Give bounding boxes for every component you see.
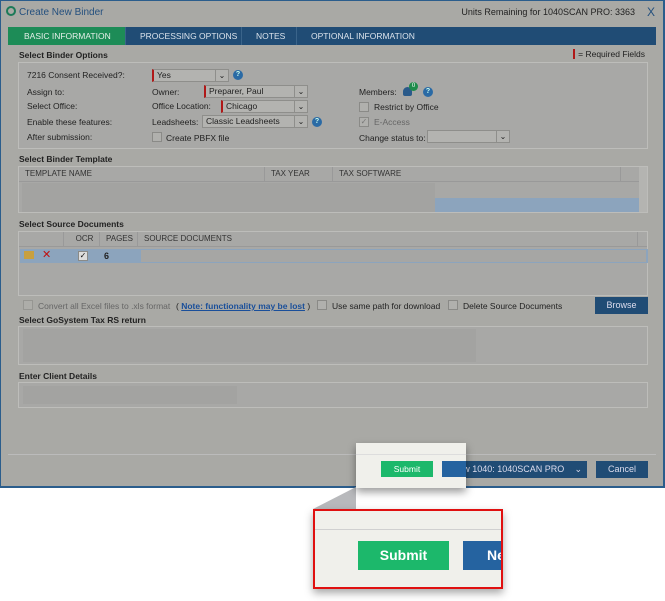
status-select[interactable]: ⌄ [427, 130, 510, 143]
check-badge-icon [6, 6, 16, 16]
help-icon[interactable]: ? [312, 117, 322, 127]
after-submission-label: After submission: [27, 132, 93, 142]
col-actions [19, 232, 64, 246]
tab-notes[interactable]: NOTES [242, 27, 297, 45]
section-source-documents: Select Source Documents [19, 219, 124, 229]
restrict-label: Restrict by Office [374, 102, 439, 112]
section-binder-options: Select Binder Options [19, 50, 108, 60]
callout-submit-button: Submit [358, 541, 449, 570]
source-table: OCR PAGES SOURCE DOCUMENTS ✕ ✓ 6 [18, 231, 648, 296]
same-path-checkbox[interactable] [317, 300, 327, 310]
convert-excel-label: Convert all Excel files to .xls format [38, 301, 171, 311]
col-template-name: TEMPLATE NAME [19, 167, 265, 181]
create-binder-dialog: Create New Binder Units Remaining for 10… [0, 0, 665, 488]
location-select[interactable]: Chicago ⌄ [221, 100, 308, 113]
new-return-value: New 1040: 1040SCAN PRO [451, 464, 565, 474]
dialog-title: Create New Binder [19, 7, 104, 18]
status-label: Change status to: [359, 133, 426, 143]
chevron-down-icon: ⌄ [294, 116, 307, 127]
tab-optional-information[interactable]: OPTIONAL INFORMATION [297, 27, 429, 45]
delete-icon[interactable]: ✕ [42, 248, 51, 261]
required-legend: = Required Fields [573, 49, 645, 59]
owner-label: Owner: [152, 87, 180, 97]
owner-select[interactable]: Preparer, Paul ⌄ [204, 85, 308, 98]
units-remaining: Units Remaining for 1040SCAN PRO: 3363 [461, 7, 635, 17]
new-return-preview [442, 461, 466, 477]
paren-open: ( [176, 301, 179, 311]
chevron-down-icon: ⌄ [294, 101, 307, 112]
source-row[interactable]: ✕ ✓ 6 [20, 249, 648, 263]
submit-button[interactable]: Submit [381, 461, 433, 477]
location-label: Office Location: [152, 101, 211, 111]
footer-divider [8, 454, 656, 455]
help-icon[interactable]: ? [233, 70, 243, 80]
features-label: Enable these features: [27, 117, 113, 127]
pages-value: 6 [104, 251, 110, 261]
scrollbar[interactable] [639, 167, 647, 212]
callout-new-return-button: Ne [463, 541, 501, 570]
leadsheets-label: Leadsheets: [152, 117, 199, 127]
chevron-down-icon: ⌄ [574, 464, 582, 474]
template-row-selected[interactable] [435, 198, 639, 212]
section-gosystem: Select GoSystem Tax RS return [19, 315, 146, 325]
same-path-label: Use same path for download [332, 301, 441, 311]
spotlight: Submit [356, 443, 466, 488]
consent-select[interactable]: Yes ⌄ [152, 69, 229, 82]
tab-bar: BASIC INFORMATION PROCESSING OPTIONS NOT… [8, 27, 656, 45]
col-pages: PAGES [100, 232, 138, 246]
client-panel [18, 382, 648, 408]
consent-label: 7216 Consent Received?: [27, 70, 125, 80]
template-row[interactable] [22, 183, 435, 212]
section-client-details: Enter Client Details [19, 371, 97, 381]
pbfx-label: Create PBFX file [166, 133, 230, 143]
source-header: OCR PAGES SOURCE DOCUMENTS [19, 232, 647, 247]
template-table: TEMPLATE NAME TAX YEAR TAX SOFTWARE [18, 166, 648, 213]
assign-label: Assign to: [27, 87, 65, 97]
tab-basic-information[interactable]: BASIC INFORMATION [8, 27, 126, 45]
template-header: TEMPLATE NAME TAX YEAR TAX SOFTWARE [19, 167, 647, 182]
office-label: Select Office: [27, 101, 78, 111]
members-count-badge: 0 [409, 82, 418, 91]
pbfx-checkbox[interactable] [152, 132, 162, 142]
delete-source-checkbox[interactable] [448, 300, 458, 310]
chevron-down-icon: ⌄ [215, 70, 228, 81]
section-binder-template: Select Binder Template [19, 154, 113, 164]
tab-processing-options[interactable]: PROCESSING OPTIONS [126, 27, 242, 45]
chevron-down-icon: ⌄ [496, 131, 509, 142]
col-tax-software: TAX SOFTWARE [333, 167, 621, 181]
spotlight-divider [356, 454, 466, 455]
eaccess-label: E-Access [374, 117, 410, 127]
delete-source-label: Delete Source Documents [463, 301, 563, 311]
source-doc-field [141, 250, 646, 262]
restrict-office-checkbox[interactable] [359, 102, 369, 112]
col-ocr: OCR [64, 232, 100, 246]
close-icon[interactable]: X [647, 5, 655, 19]
consent-value: Yes [157, 70, 171, 80]
help-icon[interactable]: ? [423, 87, 433, 97]
ocr-checkbox[interactable]: ✓ [78, 251, 88, 261]
paren-close: ) [307, 301, 311, 311]
zoom-callout: Submit Ne [313, 509, 503, 589]
folder-icon[interactable] [24, 251, 34, 259]
col-tax-year: TAX YEAR [265, 167, 333, 181]
convert-excel-checkbox[interactable] [23, 300, 33, 310]
location-value: Chicago [226, 101, 258, 111]
gosystem-panel [18, 326, 648, 365]
callout-divider [315, 529, 501, 530]
col-source-documents: SOURCE DOCUMENTS [138, 232, 638, 246]
browse-button[interactable]: Browse [595, 297, 648, 314]
functionality-note-link[interactable]: Note: functionality may be lost [181, 301, 305, 311]
binder-options-panel: 7216 Consent Received?: Yes ⌄ ? Assign to… [18, 62, 648, 149]
eaccess-checkbox[interactable]: ✓ [359, 117, 369, 127]
owner-value: Preparer, Paul [209, 86, 264, 96]
callout-connector [313, 487, 356, 509]
members-label: Members: [359, 87, 397, 97]
client-field[interactable] [23, 386, 237, 404]
leadsheets-value: Classic Leadsheets [206, 116, 280, 126]
chevron-down-icon: ⌄ [294, 86, 307, 97]
leadsheets-select[interactable]: Classic Leadsheets ⌄ [202, 115, 308, 128]
gosystem-field[interactable] [23, 329, 476, 362]
note: ( Note: functionality may be lost ) [176, 301, 310, 311]
cancel-button[interactable]: Cancel [596, 461, 648, 478]
